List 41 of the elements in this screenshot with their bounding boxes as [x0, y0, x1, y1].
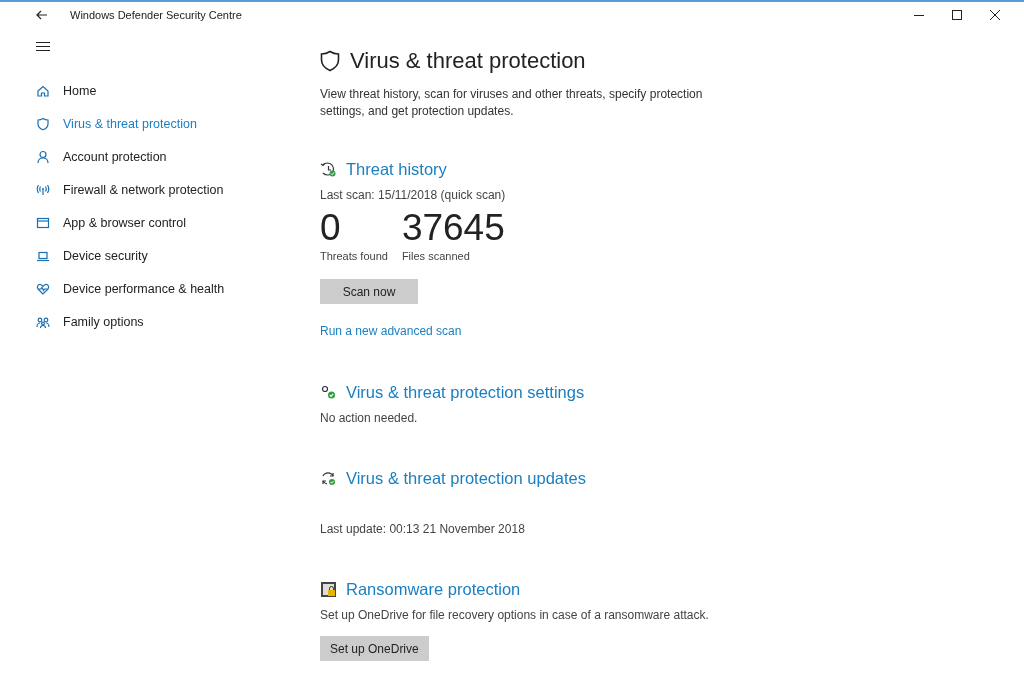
- action-button[interactable]: Scan now: [320, 279, 418, 304]
- page-title: Virus & threat protection: [350, 48, 586, 74]
- back-arrow-icon[interactable]: [36, 10, 48, 20]
- section-text: Last update: 00:13 21 November 2018: [320, 522, 526, 536]
- shield-icon: [36, 116, 50, 131]
- section-text: Set up OneDrive for file recovery options in case of a ransomware attack.: [320, 608, 710, 622]
- person-icon: [36, 149, 50, 164]
- sidebar-item[interactable]: Virus & threat protection: [36, 114, 296, 133]
- page-description: View threat history, scan for viruses and other threats, specify protection settings, and get protection updates.: [320, 86, 704, 120]
- advanced-scan-link[interactable]: Run a new advanced scan: [320, 324, 462, 338]
- stat-label: Files scanned: [401, 250, 471, 262]
- section-heading[interactable]: Ransomware protection: [346, 580, 521, 599]
- section-heading[interactable]: Virus & threat protection settings: [346, 383, 585, 402]
- stat-value: 37645: [401, 206, 505, 250]
- menu-button[interactable]: [36, 40, 50, 52]
- stat-label: Threats found: [320, 250, 388, 262]
- home-icon: [36, 83, 50, 98]
- sidebar-item[interactable]: Account protection: [36, 147, 296, 166]
- section-text: No action needed.: [320, 411, 419, 425]
- sidebar-item[interactable]: Family options: [36, 312, 296, 331]
- heart-pulse-icon: [36, 281, 50, 296]
- locked-folder-icon: [320, 581, 337, 598]
- sidebar-item[interactable]: Device security: [36, 246, 296, 265]
- refresh-check-icon: [320, 470, 337, 487]
- wireless-signal-icon: [36, 182, 50, 197]
- section-heading[interactable]: Threat history: [346, 160, 447, 179]
- section-text: Last scan: 15/11/2018 (quick scan): [320, 188, 507, 202]
- action-button[interactable]: Set up OneDrive: [320, 636, 429, 661]
- browser-window-icon: [36, 215, 50, 230]
- sidebar-item[interactable]: Home: [36, 81, 296, 100]
- sidebar-item[interactable]: Firewall & network protection: [36, 180, 296, 199]
- maximize-icon[interactable]: [952, 10, 962, 20]
- sidebar-item[interactable]: App & browser control: [36, 213, 296, 232]
- close-icon[interactable]: [990, 10, 1000, 20]
- shield-icon: [320, 50, 340, 72]
- section-heading[interactable]: Virus & threat protection updates: [346, 469, 586, 488]
- gears-check-icon: [320, 384, 337, 401]
- stat-value: 0: [320, 206, 342, 250]
- window-title: Windows Defender Security Centre: [70, 9, 242, 21]
- clock-check-icon: [320, 161, 337, 178]
- sidebar-item[interactable]: Device performance & health: [36, 279, 296, 298]
